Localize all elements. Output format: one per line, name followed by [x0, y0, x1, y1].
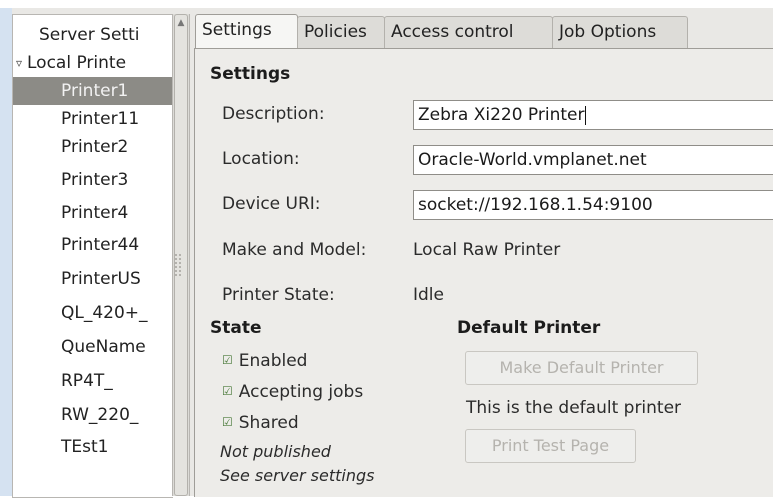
tree-item-server-settings[interactable]: Server Setti	[13, 21, 173, 49]
device-uri-field[interactable]: socket://192.168.1.54:9100	[413, 190, 773, 220]
tab-label: Access control	[391, 22, 514, 42]
description-value: Zebra Xi220 Printer	[418, 105, 585, 125]
window-left-edge	[0, 0, 12, 496]
tree-item-test1[interactable]: TEst1	[13, 433, 173, 461]
tree-item-label: TEst1	[61, 437, 109, 457]
tree-item-label: QL_420+_	[61, 303, 148, 323]
tree-item-label: Server Setti	[39, 25, 140, 45]
make-model-label: Make and Model:	[222, 240, 367, 260]
tab-policies[interactable]: Policies	[297, 16, 385, 48]
tree-item-label: Printer3	[61, 170, 129, 190]
print-test-page-button[interactable]: Print Test Page	[465, 429, 636, 463]
tree-item-label: RW_220_	[61, 405, 139, 425]
description-field[interactable]: Zebra Xi220 Printer	[413, 100, 773, 130]
printer-config-window: Server Setti ▿ Local Printe Printer1 Prin…	[0, 0, 773, 498]
accepting-jobs-checkbox[interactable]: ☑ Accepting jobs	[222, 382, 363, 402]
shared-label: Shared	[238, 413, 299, 433]
tree-item-printer4[interactable]: Printer4	[13, 199, 173, 227]
tree-item-label: Printer44	[61, 235, 140, 255]
printer-tree: Server Setti ▿ Local Printe Printer1 Prin…	[12, 14, 173, 498]
shared-checkbox[interactable]: ☑ Shared	[222, 413, 299, 433]
see-server-settings-text: See server settings	[220, 466, 375, 485]
tree-item-label: Printer1	[61, 81, 129, 101]
make-model-value: Local Raw Printer	[413, 240, 561, 260]
tab-label: Settings	[202, 20, 272, 40]
default-printer-status: This is the default printer	[466, 398, 682, 418]
tree-item-quename[interactable]: QueName	[13, 333, 173, 361]
settings-heading: Settings	[210, 64, 291, 84]
tree-item-rw220[interactable]: RW_220_	[13, 401, 173, 429]
tab-job-options[interactable]: Job Options	[552, 16, 688, 48]
location-field[interactable]: Oracle-World.vmplanet.net	[413, 145, 773, 175]
window-top-edge	[0, 0, 773, 8]
tree-item-printer2[interactable]: Printer2	[13, 133, 173, 161]
printer-state-value: Idle	[413, 285, 444, 305]
text-caret	[585, 105, 587, 125]
tree-item-label: PrinterUS	[61, 269, 141, 289]
checkbox-checked-icon[interactable]: ☑	[222, 384, 233, 398]
device-uri-label: Device URI:	[222, 194, 321, 214]
tab-access-control[interactable]: Access control	[384, 16, 553, 48]
printer-state-label: Printer State:	[222, 285, 335, 305]
tree-item-ql420[interactable]: QL_420+_	[13, 299, 173, 327]
tree-item-local-printers[interactable]: ▿ Local Printe	[13, 49, 173, 77]
tree-item-rp4t[interactable]: RP4T_	[13, 367, 173, 395]
description-label: Description:	[222, 104, 325, 124]
tree-item-label: RP4T_	[61, 371, 113, 391]
checkbox-checked-icon[interactable]: ☑	[222, 353, 233, 367]
device-uri-value: socket://192.168.1.54:9100	[418, 195, 653, 215]
enabled-label: Enabled	[238, 351, 308, 371]
tree-item-printer3[interactable]: Printer3	[13, 166, 173, 194]
state-heading: State	[210, 318, 262, 338]
tree-item-printer1[interactable]: Printer1	[13, 77, 173, 105]
tree-item-printer44[interactable]: Printer44	[13, 231, 173, 259]
make-default-printer-button[interactable]: Make Default Printer	[465, 351, 698, 385]
tab-label: Policies	[304, 22, 367, 42]
tree-item-label: Local Printe	[27, 53, 127, 73]
scroll-up-icon[interactable]: ▲	[175, 16, 187, 30]
expander-icon[interactable]: ▿	[16, 49, 22, 77]
tree-item-label: Printer4	[61, 203, 129, 223]
tree-item-label: Printer2	[61, 137, 129, 157]
tree-item-printerus[interactable]: PrinterUS	[13, 265, 173, 293]
enabled-checkbox[interactable]: ☑ Enabled	[222, 351, 307, 371]
location-value: Oracle-World.vmplanet.net	[418, 150, 647, 170]
tab-settings[interactable]: Settings	[195, 14, 298, 49]
checkbox-checked-icon[interactable]: ☑	[222, 415, 233, 429]
tree-item-label: Printer11	[61, 109, 140, 129]
default-printer-heading: Default Printer	[457, 318, 601, 338]
location-label: Location:	[222, 149, 300, 169]
tab-label: Job Options	[559, 22, 657, 42]
accepting-jobs-label: Accepting jobs	[238, 382, 364, 402]
tree-item-printer11[interactable]: Printer11	[13, 105, 173, 133]
pane-resize-grip[interactable]	[174, 253, 182, 277]
not-published-text: Not published	[220, 442, 331, 461]
tree-item-label: QueName	[61, 337, 146, 357]
